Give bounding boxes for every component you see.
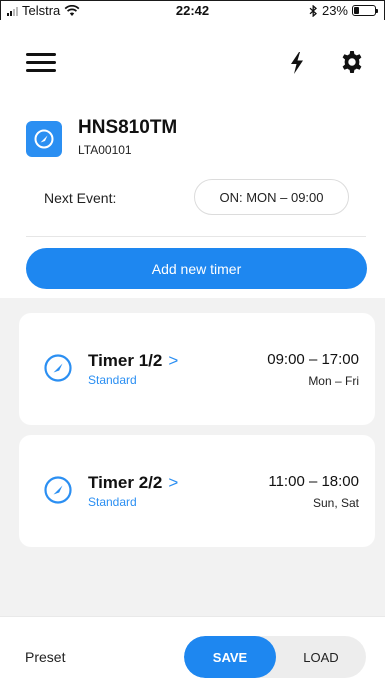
app-header [0, 20, 385, 100]
menu-icon[interactable] [26, 53, 56, 73]
bluetooth-icon [309, 4, 317, 17]
status-bar: Telstra 22:42 23% [0, 0, 385, 20]
lightning-bolt-icon[interactable] [288, 51, 306, 75]
chevron-right-icon: > [168, 351, 179, 370]
timer-name: Timer 1/2 > [88, 351, 178, 371]
save-load-segmented-control: SAVE LOAD [184, 636, 366, 678]
battery-percent: 23% [321, 3, 348, 18]
divider [26, 236, 366, 237]
load-button[interactable]: LOAD [276, 636, 366, 678]
timer-gauge-icon [34, 129, 54, 149]
battery-fill [354, 7, 359, 14]
timer-time-range: 11:00 – 18:00 [268, 473, 359, 490]
next-event-label: Next Event: [44, 190, 117, 206]
timer-gauge-icon [44, 354, 72, 382]
next-event-pill: ON: MON – 09:00 [194, 179, 349, 215]
timer-days: Sun, Sat [312, 496, 359, 510]
add-new-timer-button[interactable]: Add new timer [26, 248, 367, 289]
gear-icon[interactable] [340, 50, 364, 74]
timer-type: Standard [88, 495, 137, 509]
timer-gauge-icon [44, 476, 72, 504]
save-button[interactable]: SAVE [184, 636, 276, 678]
timer-name-text: Timer 2/2 [88, 473, 163, 492]
device-name: HNS810TM [78, 117, 178, 138]
timer-type: Standard [88, 373, 137, 387]
chevron-right-icon: > [168, 473, 179, 492]
preset-label: Preset [25, 649, 66, 665]
device-icon [26, 121, 62, 157]
timer-name: Timer 2/2 > [88, 473, 178, 493]
timer-name-text: Timer 1/2 [88, 351, 163, 370]
bottom-bar: Preset SAVE LOAD [0, 616, 385, 684]
status-right: 23% [309, 3, 378, 18]
timer-list: Timer 1/2 > Standard 09:00 – 17:00 Mon – … [0, 298, 385, 616]
timer-card[interactable]: Timer 1/2 > Standard 09:00 – 17:00 Mon – … [19, 313, 375, 425]
timer-days: Mon – Fri [308, 374, 359, 388]
timer-card[interactable]: Timer 2/2 > Standard 11:00 – 18:00 Sun, S… [19, 435, 375, 547]
timer-time-range: 09:00 – 17:00 [267, 351, 359, 368]
battery-icon [352, 5, 378, 16]
battery-cap [376, 9, 378, 13]
device-id: LTA00101 [78, 143, 132, 157]
